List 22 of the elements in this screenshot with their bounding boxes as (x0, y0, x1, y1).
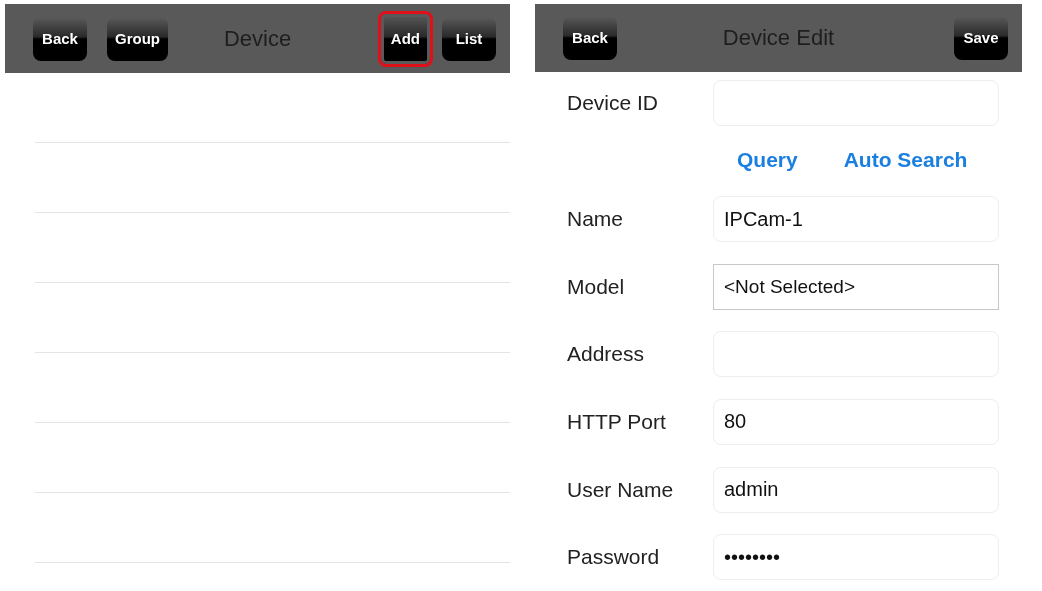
nav-button[interactable]: Back (33, 16, 87, 61)
field-label: Name (567, 207, 625, 232)
field-label: HTTP Port (567, 410, 667, 434)
nav-button[interactable]: Save (954, 15, 1008, 60)
nav-button[interactable]: Back (563, 15, 617, 60)
input-field[interactable]: admin (713, 466, 999, 513)
input-field[interactable]: 80 (713, 399, 999, 445)
link[interactable]: Auto Search (843, 147, 968, 172)
screen-title: Device (223, 25, 292, 51)
input-field[interactable]: IPCam-1 (713, 196, 999, 243)
field-label: Password (567, 545, 661, 570)
field-label: Device ID (567, 91, 660, 115)
screen-title: Device Edit (722, 24, 835, 50)
nav-button[interactable]: List (442, 16, 496, 61)
dropdown-field[interactable]: <Not Selected> (713, 263, 999, 310)
field-label: Address (567, 342, 646, 367)
link[interactable]: Query (737, 147, 798, 172)
field-label: Model (567, 274, 626, 299)
nav-button[interactable]: Group (107, 16, 168, 61)
password-field[interactable]: •••••••• (713, 534, 999, 581)
nav-button[interactable]: Add (377, 10, 433, 67)
field-label: User Name (567, 477, 675, 502)
